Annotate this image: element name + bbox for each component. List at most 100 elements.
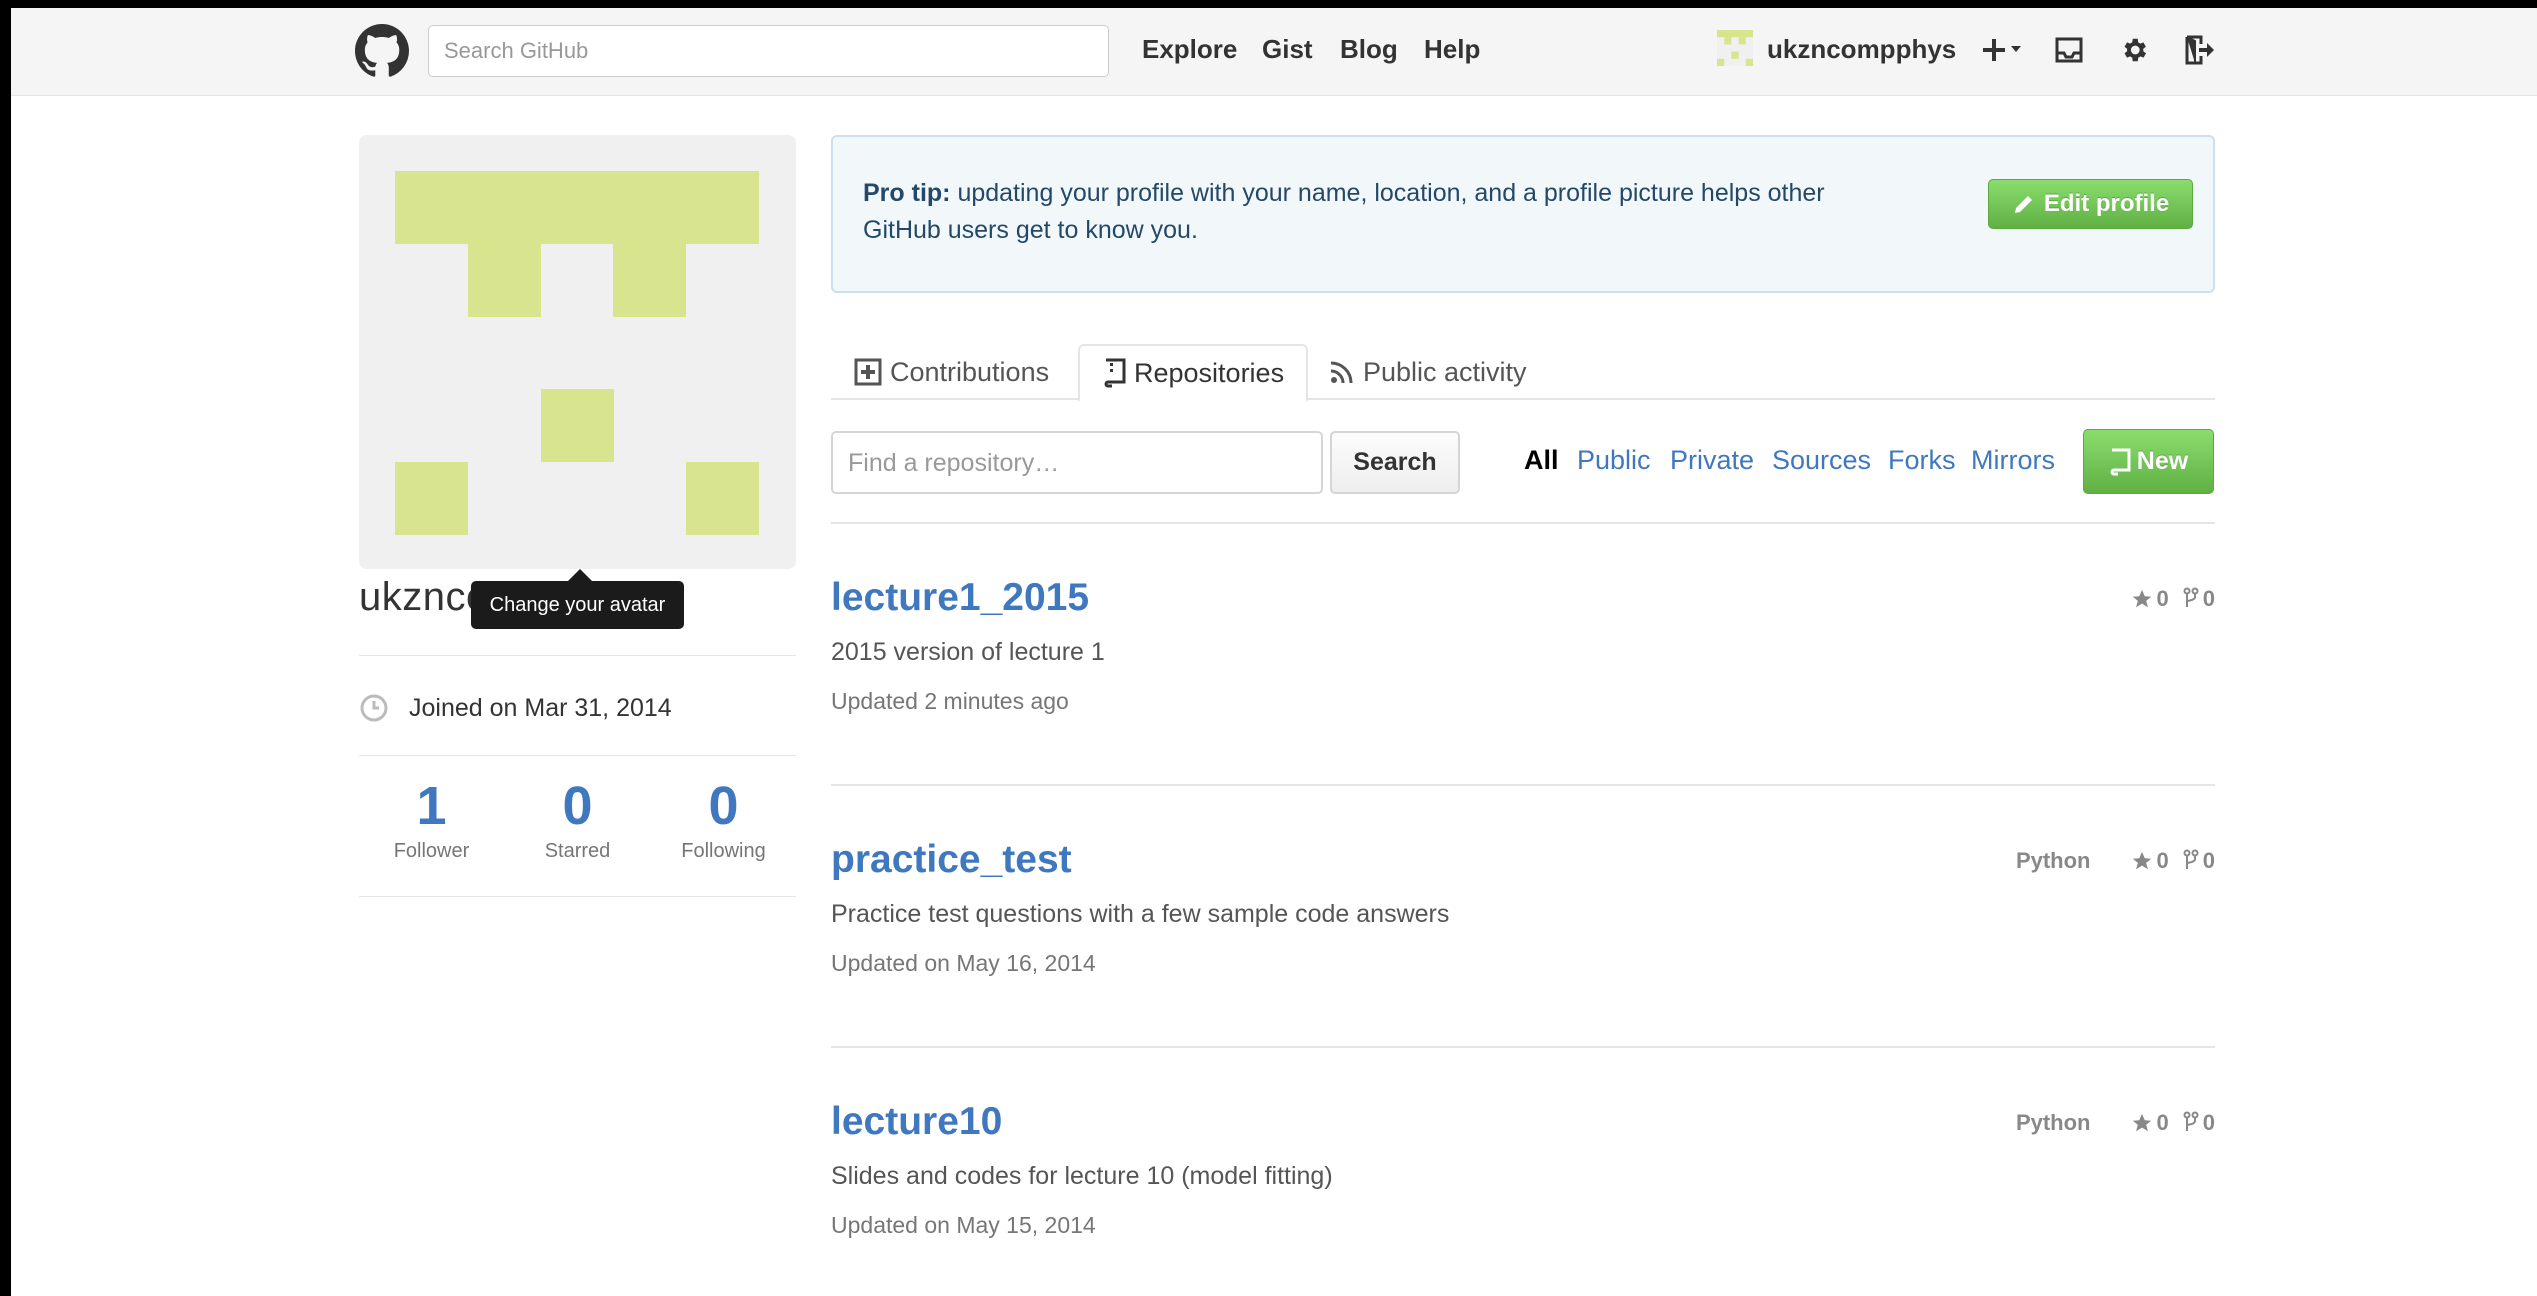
plus-square-icon: [854, 358, 882, 386]
repo-forks-count: 0: [2202, 848, 2215, 873]
repo-forks[interactable]: 0: [2183, 1110, 2215, 1136]
joined-date-row: Joined on Mar 31, 2014: [359, 690, 672, 726]
repo-list-item: lecture1_2015 2015 version of lecture 1 …: [831, 576, 2215, 756]
followers-count: 1: [416, 776, 447, 836]
repo-stars-count: 0: [2156, 1110, 2169, 1135]
repo-description: 2015 version of lecture 1: [831, 638, 1105, 666]
following-label: Following: [681, 840, 766, 862]
repo-updated-time: Updated on May 16, 2014: [831, 950, 1096, 976]
gear-icon: [2124, 38, 2146, 62]
star-icon: [2132, 851, 2151, 870]
filter-private[interactable]: Private: [1670, 445, 1754, 476]
nav-blog[interactable]: Blog: [1340, 34, 1398, 65]
repo-stats: Python 0 0: [2016, 1110, 2215, 1136]
find-repository-input[interactable]: Find a repository…: [831, 431, 1323, 494]
search-github-input[interactable]: Search GitHub: [428, 25, 1109, 77]
clock-icon: [360, 694, 388, 722]
starred-stat[interactable]: 0 Starred: [505, 776, 650, 863]
tab-public-activity-label: Public activity: [1363, 356, 1527, 387]
edit-profile-label: Edit profile: [2043, 190, 2170, 217]
repo-list-item: lecture10 Slides and codes for lecture 1…: [831, 1100, 2215, 1280]
identicon-avatar: [395, 171, 759, 535]
list-divider: [831, 522, 2215, 524]
filter-public[interactable]: Public: [1577, 445, 1651, 476]
sidebar-divider: [359, 755, 796, 756]
repo-name-link[interactable]: practice_test: [831, 838, 1072, 882]
nav-explore[interactable]: Explore: [1142, 34, 1237, 65]
repo-forks[interactable]: 0: [2183, 586, 2215, 612]
repo-updated-time: Updated on May 15, 2014: [831, 1212, 1096, 1238]
edit-profile-button[interactable]: Edit profile: [1988, 179, 2193, 229]
repo-stats: 0 0: [2117, 586, 2215, 612]
star-icon: [2132, 589, 2151, 608]
repo-list-item: practice_test Practice test questions wi…: [831, 838, 2215, 1018]
filter-mirrors[interactable]: Mirrors: [1971, 445, 2055, 476]
repo-forks[interactable]: 0: [2183, 848, 2215, 874]
pro-tip-box: Pro tip: updating your profile with your…: [831, 135, 2215, 293]
nav-help[interactable]: Help: [1424, 34, 1480, 65]
tooltip-arrow: [568, 569, 592, 581]
repo-stats: Python 0 0: [2016, 848, 2215, 874]
repo-icon: [1104, 358, 1126, 388]
filter-forks[interactable]: Forks: [1888, 445, 1956, 476]
fork-icon: [2183, 1111, 2199, 1131]
sidebar-divider: [359, 655, 796, 656]
following-stat[interactable]: 0 Following: [651, 776, 796, 863]
sidebar-divider: [359, 896, 796, 897]
search-button[interactable]: Search: [1330, 431, 1460, 494]
nav-gist[interactable]: Gist: [1262, 34, 1313, 65]
sign-out-button[interactable]: [2179, 28, 2219, 72]
new-repository-button[interactable]: New: [2083, 429, 2214, 494]
list-divider: [831, 1046, 2215, 1048]
rss-icon: [1330, 361, 1353, 384]
sign-out-icon: [2185, 35, 2214, 65]
github-profile-page: Search GitHub Explore Gist Blog Help ukz…: [11, 8, 2537, 1296]
repo-stars-count: 0: [2156, 586, 2169, 611]
repo-forks-count: 0: [2202, 586, 2215, 611]
repo-stars-count: 0: [2156, 848, 2169, 873]
top-header: Search GitHub Explore Gist Blog Help ukz…: [11, 8, 2537, 96]
repo-stars[interactable]: 0: [2131, 586, 2169, 612]
user-avatar-small: [1717, 30, 1753, 66]
repo-forks-count: 0: [2202, 1110, 2215, 1135]
inbox-icon: [2055, 37, 2083, 63]
inbox-button[interactable]: [2049, 28, 2089, 72]
create-new-dropdown[interactable]: [1977, 28, 2027, 72]
github-logo-icon[interactable]: [355, 24, 409, 78]
settings-button[interactable]: [2114, 28, 2154, 72]
joined-date: Joined on Mar 31, 2014: [409, 693, 672, 722]
repo-language: Python: [2015, 1110, 2091, 1135]
repo-updated-time: Updated 2 minutes ago: [831, 688, 1069, 714]
pro-tip-text: Pro tip: updating your profile with your…: [863, 175, 1903, 249]
fork-icon: [2183, 587, 2199, 607]
tab-repositories-label: Repositories: [1134, 357, 1285, 388]
starred-label: Starred: [544, 840, 611, 862]
followers-label: Follower: [393, 840, 470, 862]
following-count: 0: [708, 776, 739, 836]
tab-repositories[interactable]: Repositories: [1078, 344, 1309, 402]
repo-stars[interactable]: 0: [2131, 848, 2169, 874]
filter-all[interactable]: All: [1524, 445, 1559, 476]
tab-public-activity[interactable]: Public activity: [1329, 344, 1527, 400]
repo-language: Python: [2015, 848, 2091, 873]
tab-contributions-label: Contributions: [890, 356, 1050, 387]
repo-description: Practice test questions with a few sampl…: [831, 900, 1450, 928]
starred-count: 0: [562, 776, 593, 836]
list-divider: [831, 784, 2215, 786]
pro-tip-message: updating your profile with your name, lo…: [863, 179, 1825, 244]
repo-name-link[interactable]: lecture10: [831, 1100, 1002, 1144]
filter-sources[interactable]: Sources: [1772, 445, 1871, 476]
plus-icon: [1983, 39, 2021, 61]
pro-tip-label: Pro tip:: [863, 179, 951, 207]
repo-stars[interactable]: 0: [2131, 1110, 2169, 1136]
fork-icon: [2183, 849, 2199, 869]
followers-stat[interactable]: 1 Follower: [359, 776, 504, 863]
repo-description: Slides and codes for lecture 10 (model f…: [831, 1162, 1333, 1190]
new-repository-label: New: [2136, 447, 2189, 475]
header-username[interactable]: ukzncompphys: [1767, 34, 1956, 65]
repo-icon: [2110, 448, 2131, 475]
tab-contributions[interactable]: Contributions: [854, 344, 1049, 400]
star-icon: [2132, 1113, 2151, 1132]
repo-name-link[interactable]: lecture1_2015: [831, 576, 1089, 620]
profile-avatar[interactable]: [359, 135, 796, 569]
